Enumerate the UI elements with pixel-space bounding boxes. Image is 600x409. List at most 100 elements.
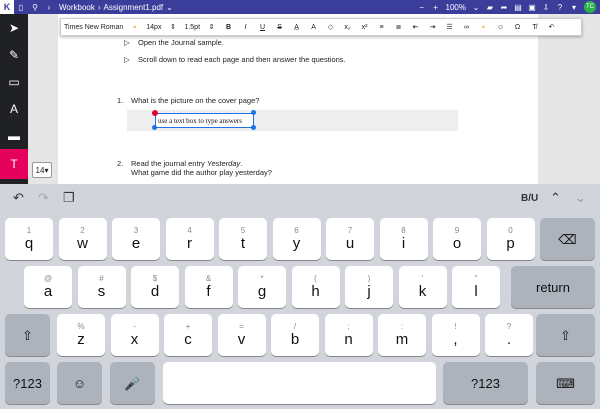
key-h[interactable]: (h: [291, 266, 340, 308]
outdent-icon[interactable]: ⇤: [407, 23, 424, 31]
search-icon[interactable]: ⚲: [28, 0, 42, 14]
bullet-list-icon[interactable]: ≣: [390, 23, 407, 31]
breadcrumb-workbook[interactable]: Workbook: [59, 3, 95, 12]
numbered-list-icon[interactable]: ≡: [373, 24, 390, 31]
chevron-updown-icon[interactable]: ⇕: [164, 23, 181, 31]
download-icon[interactable]: ⇩: [539, 0, 553, 14]
zoom-out-icon[interactable]: −: [415, 0, 429, 14]
fill-color-icon[interactable]: ◇: [322, 23, 339, 31]
home-icon[interactable]: ›: [42, 0, 56, 14]
backspace-key[interactable]: ⌫: [540, 218, 595, 260]
shift-key[interactable]: ⇧: [536, 314, 595, 356]
app-logo[interactable]: K: [0, 0, 14, 14]
omega-icon[interactable]: Ω: [509, 24, 526, 31]
key-c[interactable]: + c: [164, 314, 212, 356]
subscript-icon[interactable]: x₂: [339, 24, 356, 31]
comment-tool-icon[interactable]: ▬: [0, 122, 28, 149]
undo-icon[interactable]: ↶: [13, 190, 24, 206]
resize-handle[interactable]: [251, 110, 256, 115]
key-k[interactable]: ' k: [398, 266, 447, 308]
emoji-key[interactable]: ☺: [57, 362, 102, 404]
chevron-down-icon[interactable]: ⌄: [575, 190, 586, 206]
print-icon[interactable]: ▤: [511, 0, 525, 14]
key-t[interactable]: 5t: [219, 218, 267, 260]
key-period[interactable]: ?.: [485, 314, 533, 356]
key-y[interactable]: 6y: [272, 218, 321, 260]
question-number: 2.: [117, 159, 124, 168]
help-icon[interactable]: ?: [553, 0, 567, 14]
dictation-key[interactable]: 🎤: [110, 362, 155, 404]
hide-keyboard-key[interactable]: ⌨: [536, 362, 595, 404]
align-icon[interactable]: ☰: [441, 23, 458, 31]
space-key[interactable]: [163, 362, 436, 404]
key-o[interactable]: 9o: [433, 218, 481, 260]
superscript-icon[interactable]: x²: [356, 24, 373, 31]
bold-icon[interactable]: B: [220, 24, 237, 31]
key-n[interactable]: ; n: [324, 314, 373, 356]
zoom-in-icon[interactable]: +: [429, 0, 443, 14]
share-icon[interactable]: ➦: [497, 0, 511, 14]
key-u[interactable]: 7u: [326, 218, 374, 260]
numbers-key[interactable]: ?123: [5, 362, 50, 404]
indent-icon[interactable]: ⇥: [424, 23, 441, 31]
stamp-tool-icon[interactable]: ▭: [0, 68, 28, 95]
text-color-icon[interactable]: A̲: [288, 24, 305, 31]
key-q[interactable]: 1q: [5, 218, 53, 260]
delete-textbox-icon[interactable]: [152, 110, 158, 116]
key-z[interactable]: % z: [57, 314, 105, 356]
format-button[interactable]: B/U: [521, 193, 538, 204]
save-icon[interactable]: ▣: [525, 0, 539, 14]
key-x[interactable]: -x: [110, 314, 159, 356]
undo-icon[interactable]: ↶: [543, 23, 560, 31]
link-icon[interactable]: ∞: [458, 24, 475, 31]
text-size-select[interactable]: 14 ▾: [32, 162, 52, 178]
key-v[interactable]: = v: [217, 314, 266, 356]
redo-icon[interactable]: ↷: [38, 190, 49, 206]
key-s[interactable]: # s: [77, 266, 126, 308]
stroke-size-select[interactable]: 1.5pt: [181, 24, 203, 31]
emoji-icon[interactable]: ☺: [492, 24, 509, 31]
font-size-select[interactable]: 14px: [143, 24, 164, 31]
key-j[interactable]: ) j: [345, 266, 393, 308]
folder-icon[interactable]: ▰: [483, 0, 497, 14]
paste-icon[interactable]: ❐: [63, 190, 75, 206]
key-i[interactable]: 8i: [379, 218, 428, 260]
key-e[interactable]: 3e: [112, 218, 160, 260]
sidebar-toggle-icon[interactable]: ▯: [14, 0, 28, 14]
italic-icon[interactable]: I: [237, 24, 254, 31]
zoom-level[interactable]: 100%: [446, 3, 466, 12]
resize-handle[interactable]: [152, 125, 157, 130]
key-d[interactable]: $ d: [131, 266, 179, 308]
chevron-updown-icon[interactable]: ⇕: [203, 23, 220, 31]
chevron-up-icon[interactable]: ⌃: [550, 190, 561, 206]
text-tool-icon[interactable]: T: [0, 149, 28, 179]
key-a[interactable]: @ a: [24, 266, 72, 308]
key-l[interactable]: " l: [452, 266, 500, 308]
strikethrough-icon[interactable]: S: [271, 24, 288, 31]
key-m[interactable]: :m: [378, 314, 426, 356]
more-dropdown-icon[interactable]: ▾: [567, 0, 581, 14]
key-r[interactable]: 4r: [165, 218, 214, 260]
key-b[interactable]: / b: [271, 314, 319, 356]
shift-key[interactable]: ⇧: [5, 314, 50, 356]
key-g[interactable]: * g: [238, 266, 286, 308]
highlight-icon[interactable]: A: [305, 24, 322, 31]
resize-handle[interactable]: [251, 125, 256, 130]
key-w[interactable]: 2w: [58, 218, 107, 260]
annotate-tool-icon[interactable]: ✎: [0, 41, 28, 68]
avatar[interactable]: TC: [584, 1, 596, 13]
select-tool-icon[interactable]: ➤: [0, 14, 28, 41]
underline-icon[interactable]: U: [254, 24, 271, 31]
key-p[interactable]: 0p: [486, 218, 535, 260]
clear-format-icon[interactable]: T̸: [526, 24, 543, 31]
return-key[interactable]: return: [511, 266, 595, 308]
key-f[interactable]: & f: [184, 266, 233, 308]
breadcrumb-file[interactable]: Assignment1.pdf: [104, 3, 164, 12]
chevron-down-icon[interactable]: ⌄: [166, 3, 173, 12]
font-family-select[interactable]: Times New Roman: [61, 24, 126, 31]
answer-text-box[interactable]: use a text box to type answers: [155, 113, 254, 128]
numbers-key[interactable]: ?123: [443, 362, 528, 404]
zoom-dropdown-icon[interactable]: ⌄: [469, 0, 483, 14]
text-stamp-tool-icon[interactable]: A: [0, 95, 28, 122]
key-comma[interactable]: !,: [431, 314, 480, 356]
